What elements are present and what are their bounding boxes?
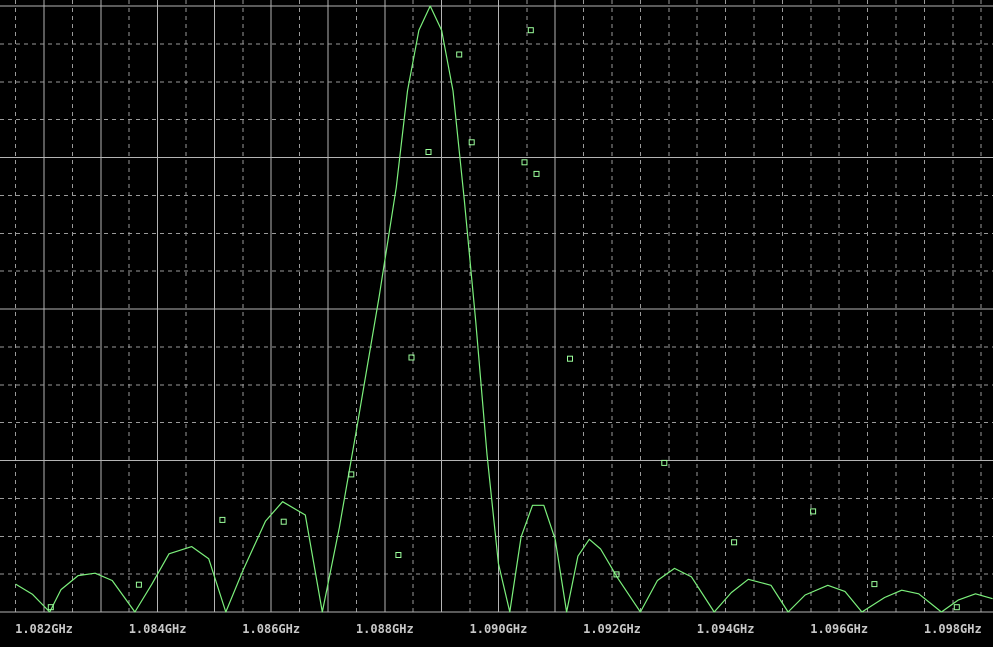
x-tick-label: 1.084GHz bbox=[129, 622, 187, 636]
x-tick-label: 1.098GHz bbox=[924, 622, 982, 636]
x-axis-tick-labels: 1.082GHz 1.084GHz 1.086GHz 1.088GHz 1.090GHz… bbox=[15, 622, 982, 636]
x-tick-label: 1.094GHz bbox=[697, 622, 755, 636]
x-tick-label: 1.090GHz bbox=[470, 622, 528, 636]
x-tick-label: 1.096GHz bbox=[810, 622, 868, 636]
x-tick-label: 1.088GHz bbox=[356, 622, 414, 636]
x-tick-label: 1.082GHz bbox=[15, 622, 73, 636]
x-tick-label: 1.092GHz bbox=[583, 622, 641, 636]
x-tick-label: 1.086GHz bbox=[242, 622, 300, 636]
frequency-response-chart: 1.082GHz 1.084GHz 1.086GHz 1.088GHz 1.090GHz… bbox=[0, 0, 993, 647]
